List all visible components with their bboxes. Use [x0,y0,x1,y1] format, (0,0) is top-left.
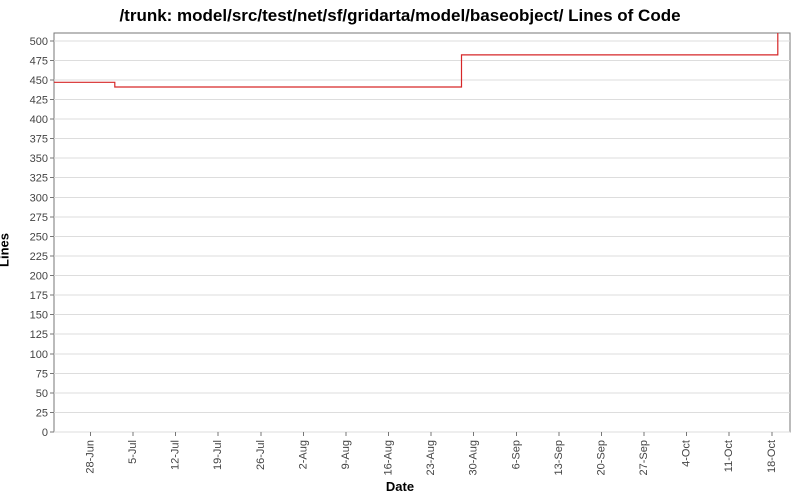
y-tick-label: 400 [30,114,48,126]
x-tick-label: 9-Aug [340,440,352,469]
x-tick-label: 30-Aug [468,440,480,475]
x-tick-label: 23-Aug [425,440,437,475]
x-tick-label: 27-Sep [638,440,650,475]
y-tick-label: 150 [30,310,48,322]
y-tick-label: 450 [30,75,48,87]
x-tick-label: 20-Sep [595,440,607,475]
y-tick-label: 225 [30,251,48,263]
y-tick-label: 375 [30,134,48,146]
y-tick-label: 175 [30,290,48,302]
y-tick-label: 500 [30,36,48,48]
x-tick-label: 18-Oct [766,440,778,473]
y-tick-label: 250 [30,231,48,243]
y-tick-label: 350 [30,153,48,165]
chart-container: /trunk: model/src/test/net/sf/gridarta/m… [0,0,800,500]
x-tick-label: 26-Jul [255,440,267,470]
y-tick-label: 200 [30,271,48,283]
x-tick-label: 6-Sep [510,440,522,469]
y-tick-label: 100 [30,349,48,361]
y-tick-label: 75 [36,368,48,380]
y-tick-label: 25 [36,407,48,419]
y-tick-label: 325 [30,173,48,185]
y-tick-label: 475 [30,55,48,67]
x-tick-label: 16-Aug [383,440,395,475]
x-tick-label: 2-Aug [297,440,309,469]
x-tick-label: 13-Sep [553,440,565,475]
y-tick-label: 275 [30,212,48,224]
chart-plot: 0 25 50 75 100 125 150 175 200 225 250 275 300 325 350… [0,0,800,500]
x-tick-label: 19-Jul [212,440,224,470]
y-tick-label: 425 [30,95,48,107]
x-tick-label: 12-Jul [170,440,182,470]
x-tick-label: 28-Jun [84,440,96,474]
x-tick-label: 5-Jul [127,440,139,464]
y-tick-label: 0 [42,427,48,439]
x-tick-label: 11-Oct [723,440,735,472]
y-tick-label: 300 [30,192,48,204]
y-tick-label: 125 [30,329,48,341]
y-tick-label: 50 [36,388,48,400]
x-tick-label: 4-Oct [681,440,693,467]
